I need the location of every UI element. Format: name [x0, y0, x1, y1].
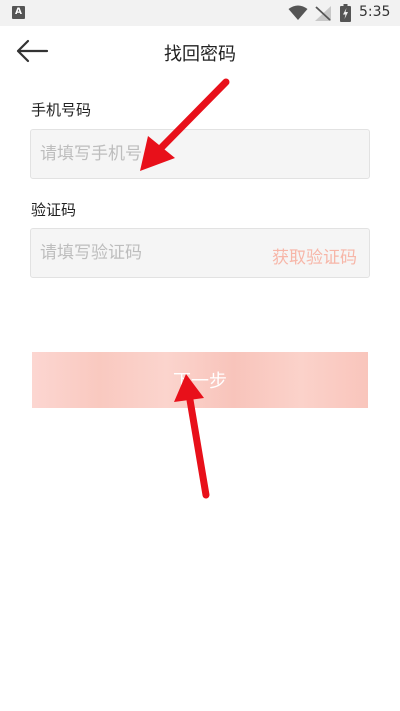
- nav-bar: 找回密码: [0, 26, 400, 76]
- next-step-button[interactable]: 下一步: [32, 352, 368, 408]
- get-code-button[interactable]: 获取验证码: [272, 243, 357, 268]
- page-title: 找回密码: [164, 44, 236, 65]
- code-input-box[interactable]: 获取验证码: [30, 228, 370, 278]
- wifi-icon: [288, 5, 308, 20]
- status-bar: A 5:35: [0, 0, 400, 26]
- status-time: 5:35: [359, 4, 391, 20]
- notification-a-icon: A: [12, 6, 25, 19]
- code-label: 验证码: [31, 201, 77, 219]
- phone-input[interactable]: [40, 130, 360, 178]
- phone-input-box[interactable]: [30, 129, 370, 179]
- code-input[interactable]: [40, 229, 260, 277]
- battery-charging-icon: [340, 4, 351, 22]
- phone-label: 手机号码: [31, 101, 92, 119]
- signal-off-icon: [315, 6, 331, 21]
